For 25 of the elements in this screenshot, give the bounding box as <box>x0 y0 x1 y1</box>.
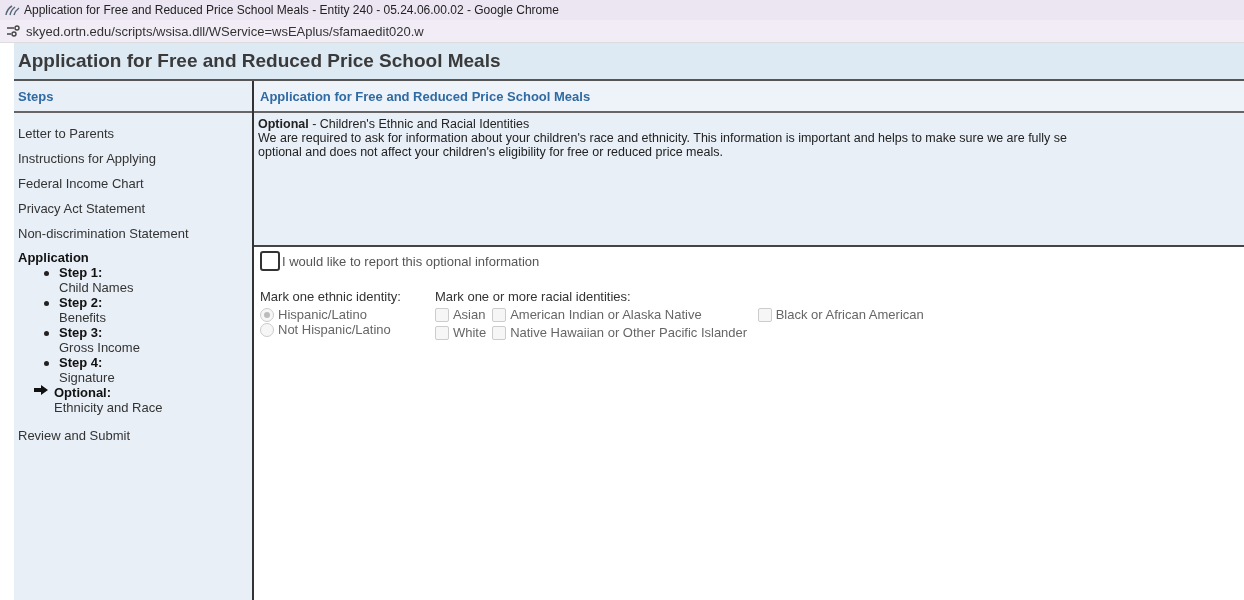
step-link[interactable]: Step 4: Signature <box>59 355 115 385</box>
step-link[interactable]: Step 3: Gross Income <box>59 325 140 355</box>
step-link[interactable]: Step 1: Child Names <box>59 265 134 295</box>
site-settings-icon[interactable] <box>6 25 20 37</box>
app-icon <box>4 4 20 16</box>
checkbox-label: I would like to report this optional information <box>282 253 540 269</box>
sidebar-link[interactable]: Non-discrimination Statement <box>18 221 248 246</box>
racial-label: Mark one or more racial identities: <box>434 289 632 304</box>
intro-title: Optional - Children's Ethnic and Racial Identities <box>258 117 531 131</box>
page-title: Application for Free and Reduced Price School Meals <box>18 50 501 72</box>
window-title: Application for Free and Reduced Price School Meals - Entity 240 - 05.24.06.00.02 - Google Chrome <box>24 3 559 17</box>
sidebar-link[interactable]: Instructions for Applying <box>18 146 248 171</box>
checkbox[interactable] <box>260 251 280 271</box>
ethnic-label: Mark one ethnic identity: <box>260 289 401 304</box>
intro-text: We are required to ask for information about your children's race and ethnicity. This information is important and helps to make sure we are fully se <box>258 131 1069 145</box>
sidebar-heading: Steps <box>18 88 54 104</box>
step-link[interactable]: Step 2: Benefits <box>59 295 106 325</box>
sidebar-link[interactable]: Privacy Act Statement <box>18 196 248 221</box>
section-title: Application for Free and Reduced Price School Meals <box>260 88 591 104</box>
section-heading: Application <box>18 250 90 265</box>
sidebar-link[interactable]: Letter to Parents <box>18 121 248 146</box>
intro-text: optional and does not affect your children's eligibility for free or reduced price meals. <box>258 145 724 159</box>
sidebar-link[interactable]: Review and Submit <box>18 423 248 448</box>
step-link[interactable]: Optional: Ethnicity and Race <box>54 385 163 415</box>
sidebar-link[interactable]: Federal Income Chart <box>18 171 248 196</box>
